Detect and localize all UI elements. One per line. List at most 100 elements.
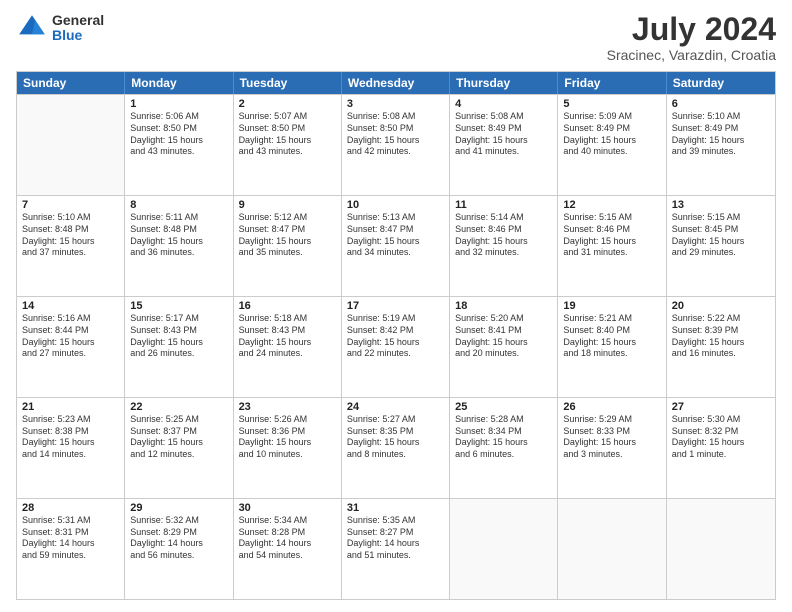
- day-cell-5: 5Sunrise: 5:09 AM Sunset: 8:49 PM Daylig…: [558, 95, 666, 195]
- day-info: Sunrise: 5:07 AM Sunset: 8:50 PM Dayligh…: [239, 111, 336, 158]
- logo: General Blue: [16, 12, 104, 44]
- weekday-header-sunday: Sunday: [17, 72, 125, 94]
- day-cell-29: 29Sunrise: 5:32 AM Sunset: 8:29 PM Dayli…: [125, 499, 233, 599]
- weekday-header-friday: Friday: [558, 72, 666, 94]
- day-number: 12: [563, 199, 660, 211]
- day-number: 22: [130, 401, 227, 413]
- day-number: 31: [347, 502, 444, 514]
- day-info: Sunrise: 5:08 AM Sunset: 8:50 PM Dayligh…: [347, 111, 444, 158]
- day-cell-28: 28Sunrise: 5:31 AM Sunset: 8:31 PM Dayli…: [17, 499, 125, 599]
- day-cell-16: 16Sunrise: 5:18 AM Sunset: 8:43 PM Dayli…: [234, 297, 342, 397]
- logo-icon: [16, 12, 48, 44]
- day-info: Sunrise: 5:13 AM Sunset: 8:47 PM Dayligh…: [347, 212, 444, 259]
- logo-text: General Blue: [52, 13, 104, 44]
- day-cell-20: 20Sunrise: 5:22 AM Sunset: 8:39 PM Dayli…: [667, 297, 775, 397]
- day-info: Sunrise: 5:08 AM Sunset: 8:49 PM Dayligh…: [455, 111, 552, 158]
- day-number: 8: [130, 199, 227, 211]
- day-number: 3: [347, 98, 444, 110]
- day-cell-19: 19Sunrise: 5:21 AM Sunset: 8:40 PM Dayli…: [558, 297, 666, 397]
- day-number: 7: [22, 199, 119, 211]
- day-number: 18: [455, 300, 552, 312]
- day-cell-15: 15Sunrise: 5:17 AM Sunset: 8:43 PM Dayli…: [125, 297, 233, 397]
- day-number: 4: [455, 98, 552, 110]
- header: General Blue July 2024 Sracinec, Varazdi…: [16, 12, 776, 63]
- day-number: 21: [22, 401, 119, 413]
- day-info: Sunrise: 5:09 AM Sunset: 8:49 PM Dayligh…: [563, 111, 660, 158]
- day-cell-31: 31Sunrise: 5:35 AM Sunset: 8:27 PM Dayli…: [342, 499, 450, 599]
- day-cell-14: 14Sunrise: 5:16 AM Sunset: 8:44 PM Dayli…: [17, 297, 125, 397]
- location: Sracinec, Varazdin, Croatia: [607, 47, 776, 63]
- calendar-row-2: 7Sunrise: 5:10 AM Sunset: 8:48 PM Daylig…: [17, 195, 775, 296]
- weekday-header-wednesday: Wednesday: [342, 72, 450, 94]
- day-info: Sunrise: 5:11 AM Sunset: 8:48 PM Dayligh…: [130, 212, 227, 259]
- day-number: 29: [130, 502, 227, 514]
- day-number: 6: [672, 98, 770, 110]
- title-section: July 2024 Sracinec, Varazdin, Croatia: [607, 12, 776, 63]
- day-cell-3: 3Sunrise: 5:08 AM Sunset: 8:50 PM Daylig…: [342, 95, 450, 195]
- day-cell-17: 17Sunrise: 5:19 AM Sunset: 8:42 PM Dayli…: [342, 297, 450, 397]
- calendar-header: SundayMondayTuesdayWednesdayThursdayFrid…: [17, 72, 775, 94]
- day-info: Sunrise: 5:21 AM Sunset: 8:40 PM Dayligh…: [563, 313, 660, 360]
- day-info: Sunrise: 5:06 AM Sunset: 8:50 PM Dayligh…: [130, 111, 227, 158]
- day-cell-23: 23Sunrise: 5:26 AM Sunset: 8:36 PM Dayli…: [234, 398, 342, 498]
- day-cell-empty-0-0: [17, 95, 125, 195]
- day-cell-10: 10Sunrise: 5:13 AM Sunset: 8:47 PM Dayli…: [342, 196, 450, 296]
- day-info: Sunrise: 5:20 AM Sunset: 8:41 PM Dayligh…: [455, 313, 552, 360]
- weekday-header-saturday: Saturday: [667, 72, 775, 94]
- day-info: Sunrise: 5:29 AM Sunset: 8:33 PM Dayligh…: [563, 414, 660, 461]
- day-info: Sunrise: 5:15 AM Sunset: 8:46 PM Dayligh…: [563, 212, 660, 259]
- day-number: 23: [239, 401, 336, 413]
- day-number: 9: [239, 199, 336, 211]
- day-info: Sunrise: 5:23 AM Sunset: 8:38 PM Dayligh…: [22, 414, 119, 461]
- day-info: Sunrise: 5:35 AM Sunset: 8:27 PM Dayligh…: [347, 515, 444, 562]
- day-info: Sunrise: 5:10 AM Sunset: 8:48 PM Dayligh…: [22, 212, 119, 259]
- day-info: Sunrise: 5:19 AM Sunset: 8:42 PM Dayligh…: [347, 313, 444, 360]
- day-info: Sunrise: 5:34 AM Sunset: 8:28 PM Dayligh…: [239, 515, 336, 562]
- weekday-header-thursday: Thursday: [450, 72, 558, 94]
- day-cell-7: 7Sunrise: 5:10 AM Sunset: 8:48 PM Daylig…: [17, 196, 125, 296]
- day-cell-2: 2Sunrise: 5:07 AM Sunset: 8:50 PM Daylig…: [234, 95, 342, 195]
- logo-general: General: [52, 13, 104, 28]
- calendar-row-1: 1Sunrise: 5:06 AM Sunset: 8:50 PM Daylig…: [17, 94, 775, 195]
- day-cell-empty-4-6: [667, 499, 775, 599]
- day-cell-empty-4-4: [450, 499, 558, 599]
- day-cell-18: 18Sunrise: 5:20 AM Sunset: 8:41 PM Dayli…: [450, 297, 558, 397]
- calendar-row-4: 21Sunrise: 5:23 AM Sunset: 8:38 PM Dayli…: [17, 397, 775, 498]
- day-info: Sunrise: 5:32 AM Sunset: 8:29 PM Dayligh…: [130, 515, 227, 562]
- day-number: 17: [347, 300, 444, 312]
- day-info: Sunrise: 5:27 AM Sunset: 8:35 PM Dayligh…: [347, 414, 444, 461]
- weekday-header-monday: Monday: [125, 72, 233, 94]
- day-info: Sunrise: 5:18 AM Sunset: 8:43 PM Dayligh…: [239, 313, 336, 360]
- day-cell-26: 26Sunrise: 5:29 AM Sunset: 8:33 PM Dayli…: [558, 398, 666, 498]
- day-cell-21: 21Sunrise: 5:23 AM Sunset: 8:38 PM Dayli…: [17, 398, 125, 498]
- day-cell-empty-4-5: [558, 499, 666, 599]
- day-cell-4: 4Sunrise: 5:08 AM Sunset: 8:49 PM Daylig…: [450, 95, 558, 195]
- day-number: 19: [563, 300, 660, 312]
- day-number: 2: [239, 98, 336, 110]
- day-info: Sunrise: 5:22 AM Sunset: 8:39 PM Dayligh…: [672, 313, 770, 360]
- day-number: 1: [130, 98, 227, 110]
- calendar-row-5: 28Sunrise: 5:31 AM Sunset: 8:31 PM Dayli…: [17, 498, 775, 599]
- day-info: Sunrise: 5:12 AM Sunset: 8:47 PM Dayligh…: [239, 212, 336, 259]
- day-cell-30: 30Sunrise: 5:34 AM Sunset: 8:28 PM Dayli…: [234, 499, 342, 599]
- day-cell-27: 27Sunrise: 5:30 AM Sunset: 8:32 PM Dayli…: [667, 398, 775, 498]
- day-info: Sunrise: 5:30 AM Sunset: 8:32 PM Dayligh…: [672, 414, 770, 461]
- day-number: 28: [22, 502, 119, 514]
- page: General Blue July 2024 Sracinec, Varazdi…: [0, 0, 792, 612]
- day-cell-25: 25Sunrise: 5:28 AM Sunset: 8:34 PM Dayli…: [450, 398, 558, 498]
- day-info: Sunrise: 5:26 AM Sunset: 8:36 PM Dayligh…: [239, 414, 336, 461]
- weekday-header-tuesday: Tuesday: [234, 72, 342, 94]
- day-number: 30: [239, 502, 336, 514]
- day-info: Sunrise: 5:14 AM Sunset: 8:46 PM Dayligh…: [455, 212, 552, 259]
- day-cell-11: 11Sunrise: 5:14 AM Sunset: 8:46 PM Dayli…: [450, 196, 558, 296]
- day-number: 27: [672, 401, 770, 413]
- day-info: Sunrise: 5:15 AM Sunset: 8:45 PM Dayligh…: [672, 212, 770, 259]
- day-info: Sunrise: 5:28 AM Sunset: 8:34 PM Dayligh…: [455, 414, 552, 461]
- day-info: Sunrise: 5:31 AM Sunset: 8:31 PM Dayligh…: [22, 515, 119, 562]
- day-info: Sunrise: 5:16 AM Sunset: 8:44 PM Dayligh…: [22, 313, 119, 360]
- day-number: 10: [347, 199, 444, 211]
- logo-blue: Blue: [52, 28, 104, 43]
- day-number: 25: [455, 401, 552, 413]
- day-number: 26: [563, 401, 660, 413]
- day-number: 11: [455, 199, 552, 211]
